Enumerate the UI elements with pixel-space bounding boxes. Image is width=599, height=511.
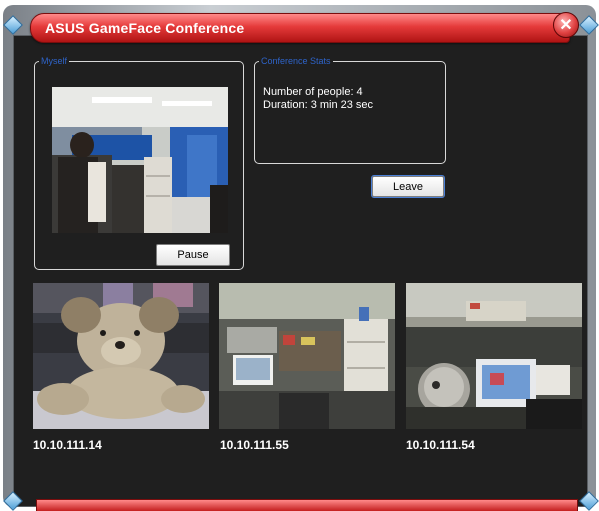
bottom-bar <box>36 499 578 511</box>
pause-button[interactable]: Pause <box>156 244 230 266</box>
people-count: Number of people: 4 <box>263 86 363 98</box>
window-title: ASUS GameFace Conference <box>45 20 245 36</box>
self-video-feed <box>52 87 228 233</box>
title-bar[interactable]: ASUS GameFace Conference <box>30 13 570 43</box>
stats-text: Number of people: 4 Duration: 3 min 23 s… <box>263 86 373 112</box>
participant-ip-1: 10.10.111.14 <box>33 438 102 452</box>
conference-stats-group: Conference Stats Number of people: 4 Dur… <box>254 56 446 164</box>
participant-video-2 <box>219 283 395 429</box>
myself-group: Myself Pause <box>34 56 244 270</box>
participant-ip-3: 10.10.111.54 <box>406 438 475 452</box>
participant-ip-2: 10.10.111.55 <box>220 438 289 452</box>
leave-button[interactable]: Leave <box>371 175 445 198</box>
participant-video-3 <box>406 283 582 429</box>
duration: Duration: 3 min 23 sec <box>263 99 374 111</box>
close-icon[interactable]: ✕ <box>553 12 579 38</box>
conference-stats-legend: Conference Stats <box>261 56 331 66</box>
myself-legend: Myself <box>41 56 68 66</box>
participant-video-1 <box>33 283 209 429</box>
